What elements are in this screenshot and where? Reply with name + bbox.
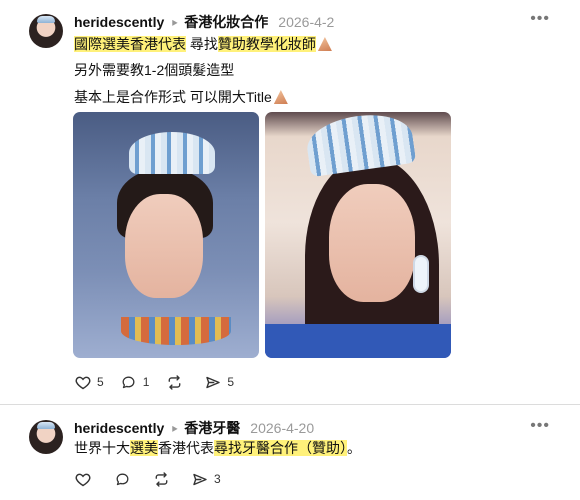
post-actions: 5 1 5 — [74, 373, 250, 391]
repost-button[interactable] — [152, 470, 175, 488]
highlighted-text: 尋找牙醫合作（贊助） — [214, 440, 347, 456]
pageant-photo-right[interactable] — [265, 112, 451, 358]
face-shape — [329, 184, 415, 302]
community-link[interactable]: 香港化妝合作 — [184, 12, 268, 32]
crown-shape — [129, 132, 215, 174]
face-shape — [125, 194, 203, 298]
share-icon — [204, 373, 222, 391]
pray-emoji-icon — [273, 90, 288, 104]
repost-icon — [165, 373, 183, 391]
more-icon[interactable]: ••• — [530, 10, 550, 28]
comment-count: 1 — [142, 375, 150, 389]
post-images[interactable] — [73, 112, 451, 358]
repost-button[interactable] — [165, 373, 188, 391]
comment-icon — [113, 470, 131, 488]
like-button[interactable] — [74, 470, 97, 488]
pray-emoji-icon — [317, 37, 332, 51]
earring-shape — [415, 257, 427, 291]
comment-icon — [120, 373, 138, 391]
post-text-line-1: 世界十大選美香港代表尋找牙醫合作（贊助）。 — [74, 439, 361, 457]
share-count: 3 — [214, 472, 221, 486]
share-button[interactable]: 3 — [191, 470, 221, 488]
pageant-photo-left[interactable] — [73, 112, 259, 358]
avatar[interactable] — [29, 420, 63, 454]
post-card[interactable]: heridescently ▸ 香港化妝合作 2026-4-2 ••• 國際選美… — [0, 0, 580, 400]
highlighted-text: 國際選美香港代表 — [74, 36, 186, 52]
share-button[interactable]: 5 — [204, 373, 234, 391]
comment-button[interactable] — [113, 470, 136, 488]
necklace-shape — [121, 317, 231, 345]
post-text: 香港代表 — [158, 440, 214, 456]
dress-shape — [265, 324, 451, 358]
highlighted-text: 贊助教學化妝師 — [217, 36, 316, 52]
like-button[interactable]: 5 — [74, 373, 104, 391]
post-card[interactable]: heridescently ▸ 香港牙醫 2026-4-20 ••• 世界十大選… — [0, 405, 580, 500]
heart-icon — [74, 470, 92, 488]
post-text-line-1: 國際選美香港代表 尋找贊助教學化妝師 — [74, 35, 332, 53]
threads-feed: heridescently ▸ 香港化妝合作 2026-4-2 ••• 國際選美… — [0, 0, 580, 500]
timestamp: 2026-4-20 — [250, 420, 315, 436]
repost-icon — [152, 470, 170, 488]
like-count: 5 — [97, 375, 104, 389]
username[interactable]: heridescently — [74, 14, 164, 30]
chevron-right-icon: ▸ — [172, 15, 178, 29]
post-text: 。 — [347, 440, 361, 456]
share-count: 5 — [227, 375, 235, 389]
highlighted-text: 選美 — [130, 440, 158, 456]
post-text: 基本上是合作形式 可以開大Title — [74, 89, 272, 105]
post-text: 世界十大 — [74, 440, 130, 456]
post-actions: 3 — [74, 470, 237, 488]
post-header: heridescently ▸ 香港牙醫 2026-4-20 — [74, 418, 314, 438]
comment-button[interactable]: 1 — [120, 373, 150, 391]
username[interactable]: heridescently — [74, 420, 164, 436]
post-text-line-2: 另外需要教1-2個頭髮造型 — [74, 62, 235, 78]
avatar[interactable] — [29, 14, 63, 48]
timestamp: 2026-4-2 — [278, 14, 335, 30]
more-icon[interactable]: ••• — [530, 417, 550, 435]
community-link[interactable]: 香港牙醫 — [184, 418, 240, 438]
heart-icon — [74, 373, 92, 391]
share-icon — [191, 470, 209, 488]
chevron-right-icon: ▸ — [172, 421, 178, 435]
post-text-line-3: 基本上是合作形式 可以開大Title — [74, 88, 288, 106]
post-header: heridescently ▸ 香港化妝合作 2026-4-2 — [74, 12, 334, 32]
post-text: 尋找 — [186, 36, 218, 52]
